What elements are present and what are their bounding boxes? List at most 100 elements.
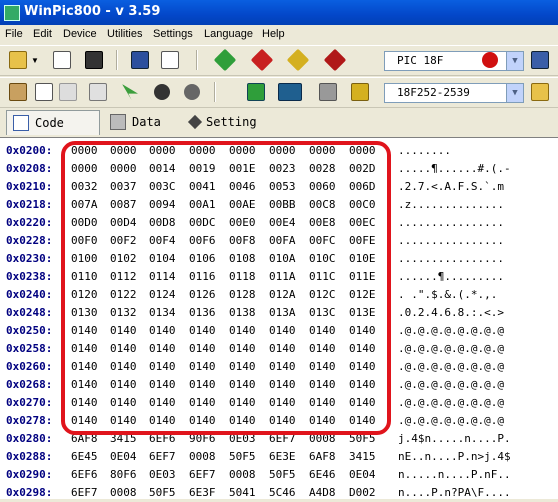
- hex-word-cell[interactable]: 0008: [189, 450, 216, 463]
- hex-word-cell[interactable]: 006D: [349, 180, 376, 193]
- hex-word-cell[interactable]: 00C8: [309, 198, 336, 211]
- hex-word-cell[interactable]: 0108: [229, 252, 256, 265]
- chevron-down-icon[interactable]: ▼: [506, 84, 523, 102]
- hex-word-cell[interactable]: 6EF6: [149, 432, 176, 445]
- hex-word-cell[interactable]: 0140: [309, 342, 336, 355]
- hex-word-cell[interactable]: 80F6: [110, 468, 137, 481]
- device-list-icon[interactable]: [530, 82, 550, 102]
- menu-edit[interactable]: Edit: [33, 28, 52, 40]
- hex-word-cell[interactable]: 0140: [309, 324, 336, 337]
- hex-word-cell[interactable]: 0000: [149, 144, 176, 157]
- hex-word-cell[interactable]: 50F5: [149, 486, 176, 499]
- hex-word-cell[interactable]: 00E0: [229, 216, 256, 229]
- hex-word-cell[interactable]: 0000: [349, 144, 376, 157]
- hex-word-cell[interactable]: 002D: [349, 162, 376, 175]
- hex-word-cell[interactable]: 010E: [349, 252, 376, 265]
- hex-word-cell[interactable]: 0019: [189, 162, 216, 175]
- hex-word-cell[interactable]: 0140: [110, 342, 137, 355]
- hex-word-cell[interactable]: 0106: [189, 252, 216, 265]
- hex-word-cell[interactable]: 0118: [229, 270, 256, 283]
- hex-word-cell[interactable]: 0023: [269, 162, 296, 175]
- menu-help[interactable]: Help: [262, 28, 285, 40]
- hex-word-cell[interactable]: 0053: [269, 180, 296, 193]
- hex-word-cell[interactable]: 0140: [149, 324, 176, 337]
- hex-word-cell[interactable]: 0094: [149, 198, 176, 211]
- hex-word-cell[interactable]: 0028: [309, 162, 336, 175]
- hex-word-cell[interactable]: 0112: [110, 270, 137, 283]
- hex-word-cell[interactable]: 0140: [309, 378, 336, 391]
- hex-word-cell[interactable]: 00A1: [189, 198, 216, 211]
- hex-word-cell[interactable]: 0104: [149, 252, 176, 265]
- hex-word-cell[interactable]: 0100: [71, 252, 98, 265]
- find-next-icon[interactable]: [182, 82, 202, 102]
- copy-icon[interactable]: [34, 82, 54, 102]
- hex-word-cell[interactable]: 0E03: [229, 432, 256, 445]
- hex-word-cell[interactable]: 50F5: [349, 432, 376, 445]
- hex-word-cell[interactable]: 00FE: [349, 234, 376, 247]
- hex-word-cell[interactable]: 6EF6: [71, 468, 98, 481]
- hex-word-cell[interactable]: 0140: [149, 414, 176, 427]
- hex-word-cell[interactable]: 0140: [309, 414, 336, 427]
- hex-word-cell[interactable]: 6EF7: [71, 486, 98, 499]
- hex-word-cell[interactable]: 50F5: [229, 450, 256, 463]
- hex-word-cell[interactable]: 6AF8: [309, 450, 336, 463]
- hex-word-cell[interactable]: 00DC: [189, 216, 216, 229]
- hex-word-cell[interactable]: D002: [349, 486, 376, 499]
- folder-open-icon[interactable]: [8, 50, 28, 70]
- hex-word-cell[interactable]: 0000: [229, 144, 256, 157]
- hex-word-cell[interactable]: 50F5: [269, 468, 296, 481]
- hex-word-cell[interactable]: 0128: [229, 288, 256, 301]
- config-icon[interactable]: [350, 82, 370, 102]
- device-model-select[interactable]: 18F252-2539 ▼: [384, 83, 524, 103]
- hex-word-cell[interactable]: 0140: [189, 360, 216, 373]
- hex-word-cell[interactable]: 00F6: [189, 234, 216, 247]
- hex-word-cell[interactable]: 001E: [229, 162, 256, 175]
- hex-word-cell[interactable]: 00F4: [149, 234, 176, 247]
- hex-word-cell[interactable]: 010A: [269, 252, 296, 265]
- hex-word-cell[interactable]: 0136: [189, 306, 216, 319]
- hex-word-cell[interactable]: 0000: [71, 144, 98, 157]
- hex-word-cell[interactable]: 0140: [71, 342, 98, 355]
- hex-word-cell[interactable]: 0140: [149, 360, 176, 373]
- hex-word-cell[interactable]: 0134: [149, 306, 176, 319]
- read-chip-icon[interactable]: [213, 48, 237, 72]
- hex-word-cell[interactable]: 0138: [229, 306, 256, 319]
- hex-word-cell[interactable]: 0140: [189, 378, 216, 391]
- hex-word-cell[interactable]: 0124: [149, 288, 176, 301]
- hex-word-cell[interactable]: 00F0: [71, 234, 98, 247]
- hex-word-cell[interactable]: 6E45: [71, 450, 98, 463]
- verify-icon[interactable]: [286, 48, 310, 72]
- hex-word-cell[interactable]: 0122: [110, 288, 137, 301]
- hex-word-cell[interactable]: 90F6: [189, 432, 216, 445]
- hex-word-cell[interactable]: 0000: [110, 144, 137, 157]
- hex-word-cell[interactable]: 0087: [110, 198, 137, 211]
- hex-word-cell[interactable]: 0140: [71, 360, 98, 373]
- hex-word-cell[interactable]: 0E04: [349, 468, 376, 481]
- hex-word-cell[interactable]: 0140: [269, 396, 296, 409]
- hex-word-cell[interactable]: 0140: [189, 324, 216, 337]
- hex-word-cell[interactable]: 0140: [229, 396, 256, 409]
- menu-device[interactable]: Device: [63, 28, 97, 40]
- hex-word-cell[interactable]: 00E4: [269, 216, 296, 229]
- hex-word-cell[interactable]: 6AF8: [71, 432, 98, 445]
- write-chip-icon[interactable]: [250, 48, 274, 72]
- hex-word-cell[interactable]: 0041: [189, 180, 216, 193]
- hex-word-cell[interactable]: 0140: [309, 396, 336, 409]
- hex-word-cell[interactable]: 0140: [189, 414, 216, 427]
- hex-word-cell[interactable]: 00D4: [110, 216, 137, 229]
- hex-word-cell[interactable]: 012C: [309, 288, 336, 301]
- hex-word-cell[interactable]: 00D0: [71, 216, 98, 229]
- hex-word-cell[interactable]: 00D8: [149, 216, 176, 229]
- hex-word-cell[interactable]: 0140: [349, 396, 376, 409]
- hex-word-cell[interactable]: 0140: [349, 360, 376, 373]
- save-icon[interactable]: [84, 50, 104, 70]
- hex-word-cell[interactable]: A4D8: [309, 486, 336, 499]
- hex-word-cell[interactable]: 00F2: [110, 234, 137, 247]
- hex-word-cell[interactable]: 0140: [71, 396, 98, 409]
- hex-word-cell[interactable]: 0140: [269, 378, 296, 391]
- hex-word-cell[interactable]: 0140: [269, 342, 296, 355]
- hex-word-cell[interactable]: 6E46: [309, 468, 336, 481]
- hex-word-cell[interactable]: 0140: [189, 342, 216, 355]
- chevron-down-icon[interactable]: ▼: [30, 50, 40, 70]
- hex-word-cell[interactable]: 007A: [71, 198, 98, 211]
